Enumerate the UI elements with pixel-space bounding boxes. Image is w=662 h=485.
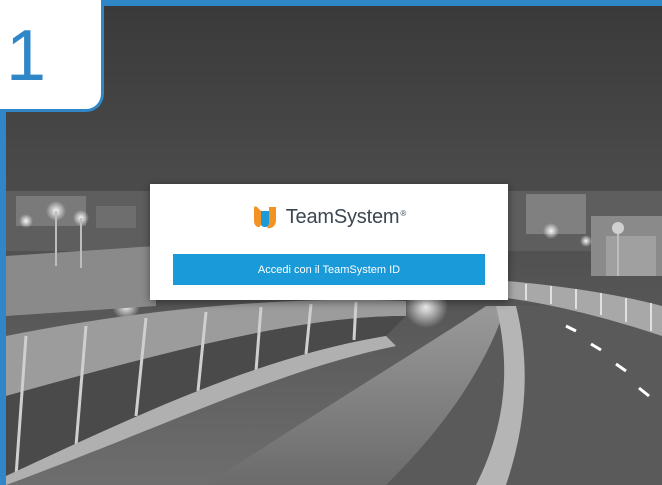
screenshot-frame: 1 TeamSystem ® Accedi con il TeamSystem I…	[0, 0, 662, 485]
step-number: 1	[6, 16, 47, 96]
brand-registered-mark: ®	[400, 208, 407, 218]
teamsystem-logo-icon	[253, 206, 276, 229]
brand-name: TeamSystem	[285, 205, 400, 228]
teamsystem-id-login-button[interactable]: Accedi con il TeamSystem ID	[173, 254, 485, 285]
login-card: TeamSystem ® Accedi con il TeamSystem ID	[150, 184, 508, 300]
brand: TeamSystem ®	[150, 201, 508, 233]
step-badge: 1	[0, 0, 104, 112]
